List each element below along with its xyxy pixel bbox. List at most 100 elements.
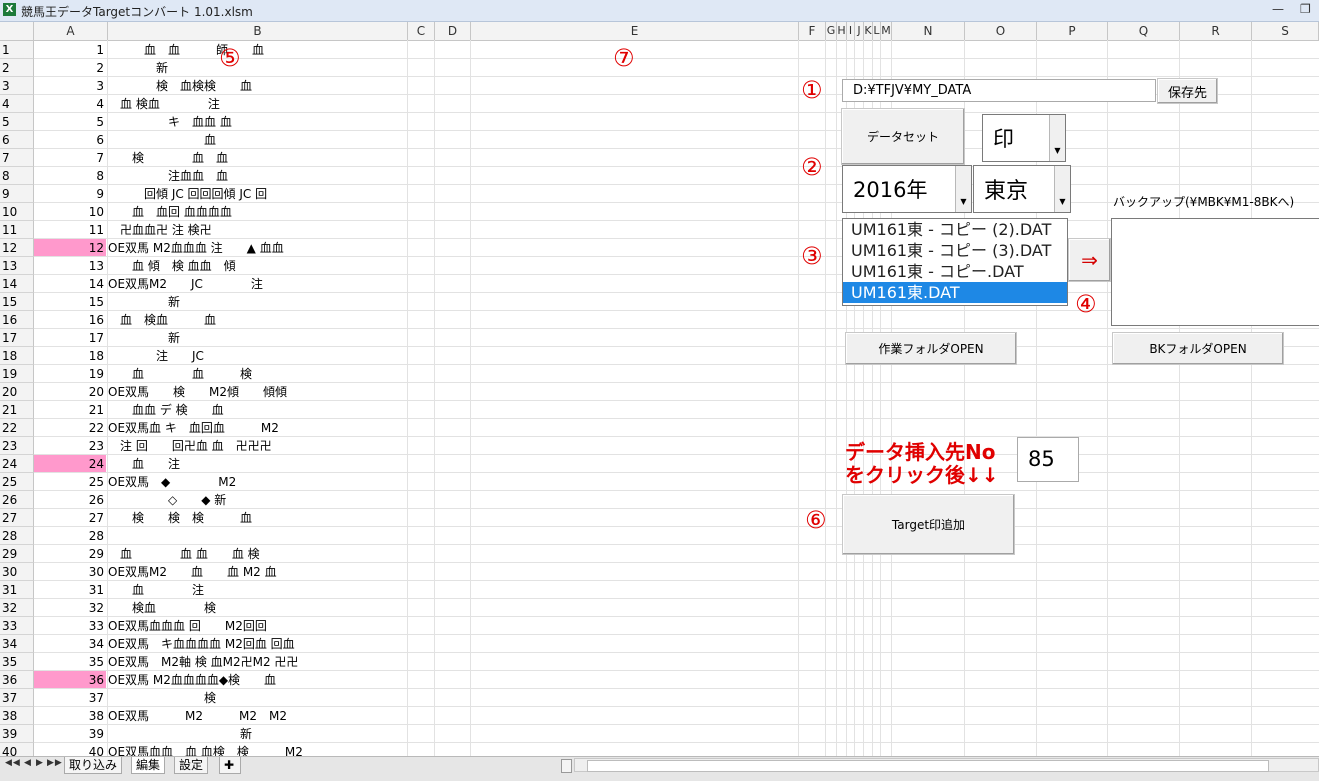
column-header-n[interactable]: N	[892, 22, 965, 40]
row-header[interactable]: 23	[0, 437, 34, 455]
cell-b[interactable]: OE双馬 ◆ M2	[108, 473, 408, 491]
cell-b[interactable]: 血 注	[108, 581, 408, 599]
row-header[interactable]: 21	[0, 401, 34, 419]
file-list-item[interactable]: UM161東 - コピー.DAT	[843, 261, 1067, 282]
cell-b[interactable]: 血 血 検	[108, 365, 408, 383]
row-header[interactable]: 3	[0, 77, 34, 95]
row-header[interactable]: 5	[0, 113, 34, 131]
row-header[interactable]: 26	[0, 491, 34, 509]
cell-b[interactable]: 卍血血卍 注 検卍	[108, 221, 408, 239]
tab-nav-last-icon[interactable]: ▶▶	[47, 758, 63, 768]
cell-b[interactable]: 血 傾 検 血血 傾	[108, 257, 408, 275]
bk-folder-open-button[interactable]: BKフォルダOPEN	[1112, 332, 1284, 365]
cell-b[interactable]: 検 血検検 血	[108, 77, 408, 95]
row-header[interactable]: 18	[0, 347, 34, 365]
restore-button[interactable]: ❐	[1300, 2, 1311, 16]
row-header[interactable]: 31	[0, 581, 34, 599]
row-header[interactable]: 2	[0, 59, 34, 77]
cell-a[interactable]: 25	[34, 473, 106, 491]
cell-b[interactable]: 注血血 血	[108, 167, 408, 185]
row-header[interactable]: 8	[0, 167, 34, 185]
cell-a[interactable]: 16	[34, 311, 106, 329]
cell-b[interactable]: 検 検 検 血	[108, 509, 408, 527]
cell-a[interactable]: 6	[34, 131, 106, 149]
row-header[interactable]: 39	[0, 725, 34, 743]
target-mark-add-button[interactable]: Target印追加	[842, 494, 1015, 555]
column-header-f[interactable]: F	[799, 22, 826, 40]
cell-b[interactable]	[108, 527, 408, 545]
cell-b[interactable]: OE双馬 検 M2傾 傾傾	[108, 383, 408, 401]
column-header-l[interactable]: L	[873, 22, 881, 40]
row-header[interactable]: 34	[0, 635, 34, 653]
row-header[interactable]: 9	[0, 185, 34, 203]
row-header[interactable]: 4	[0, 95, 34, 113]
cell-b[interactable]: 血 血 血 血 検	[108, 545, 408, 563]
cell-a[interactable]: 37	[34, 689, 106, 707]
cell-a[interactable]: 3	[34, 77, 106, 95]
row-header[interactable]: 17	[0, 329, 34, 347]
cell-b[interactable]: 血血 デ 検 血	[108, 401, 408, 419]
column-header-p[interactable]: P	[1037, 22, 1108, 40]
tab-nav-first-icon[interactable]: ◀◀	[5, 758, 21, 768]
cell-b[interactable]: OE双馬 M2血血血 注 ▲ 血血	[108, 239, 408, 257]
cell-b[interactable]: 血 注	[108, 455, 408, 473]
cell-a[interactable]: 18	[34, 347, 106, 365]
cell-a[interactable]: 12	[34, 239, 106, 257]
cell-a[interactable]: 33	[34, 617, 106, 635]
cell-b[interactable]: 新	[108, 59, 408, 77]
cell-b[interactable]: OE双馬 M2 M2 M2	[108, 707, 408, 725]
minimize-button[interactable]: —	[1272, 2, 1284, 16]
cell-a[interactable]: 26	[34, 491, 106, 509]
cell-a[interactable]: 20	[34, 383, 106, 401]
file-listbox[interactable]: UM161東 - コピー (2).DAT UM161東 - コピー (3).DAT…	[842, 218, 1068, 306]
cell-a[interactable]: 9	[34, 185, 106, 203]
insert-number-field[interactable]: 85	[1017, 437, 1079, 482]
cell-a[interactable]: 38	[34, 707, 106, 725]
row-header[interactable]: 15	[0, 293, 34, 311]
row-header[interactable]: 37	[0, 689, 34, 707]
save-destination-button[interactable]: 保存先	[1157, 78, 1218, 104]
cell-a[interactable]: 22	[34, 419, 106, 437]
cell-b[interactable]: OE双馬血血血 回 M2回回	[108, 617, 408, 635]
chevron-down-icon[interactable]: ▼	[955, 166, 971, 212]
cell-b[interactable]: キ 血血 血	[108, 113, 408, 131]
row-header[interactable]: 10	[0, 203, 34, 221]
cell-b[interactable]: 検血 検	[108, 599, 408, 617]
cell-a[interactable]: 36	[34, 671, 106, 689]
cell-a[interactable]: 13	[34, 257, 106, 275]
column-header-r[interactable]: R	[1180, 22, 1252, 40]
tab-nav-next-icon[interactable]: ▶	[36, 758, 43, 768]
column-header-e[interactable]: E	[471, 22, 799, 40]
cell-b[interactable]: 回傾 JC 回回回傾 JC 回	[108, 185, 408, 203]
column-header-o[interactable]: O	[965, 22, 1037, 40]
cell-a[interactable]: 1	[34, 41, 106, 59]
row-header[interactable]: 27	[0, 509, 34, 527]
select-all-corner[interactable]	[0, 22, 34, 40]
row-header[interactable]: 11	[0, 221, 34, 239]
column-header-i[interactable]: I	[847, 22, 855, 40]
cell-a[interactable]: 4	[34, 95, 106, 113]
cell-a[interactable]: 10	[34, 203, 106, 221]
place-combo[interactable]: 東京 ▼	[973, 165, 1071, 213]
column-header-c[interactable]: C	[408, 22, 435, 40]
row-header[interactable]: 32	[0, 599, 34, 617]
row-header[interactable]: 33	[0, 617, 34, 635]
cell-a[interactable]: 30	[34, 563, 106, 581]
file-list-item[interactable]: UM161東 - コピー (2).DAT	[843, 219, 1067, 240]
move-to-backup-button[interactable]: ⇒	[1068, 238, 1111, 282]
cell-a[interactable]: 17	[34, 329, 106, 347]
cell-b[interactable]: OE双馬 キ血血血血 M2回血 回血	[108, 635, 408, 653]
chevron-down-icon[interactable]: ▼	[1049, 115, 1065, 161]
chevron-down-icon[interactable]: ▼	[1054, 166, 1070, 212]
cell-b[interactable]: OE双馬M2 血 血 M2 血	[108, 563, 408, 581]
cell-b[interactable]: 検	[108, 689, 408, 707]
column-header-a[interactable]: A	[34, 22, 108, 40]
cell-a[interactable]: 5	[34, 113, 106, 131]
cell-a[interactable]: 35	[34, 653, 106, 671]
cell-a[interactable]: 24	[34, 455, 106, 473]
year-combo[interactable]: 2016年 ▼	[842, 165, 972, 213]
split-handle[interactable]	[561, 759, 572, 773]
cell-b[interactable]: OE双馬血 キ 血回血 M2	[108, 419, 408, 437]
cell-a[interactable]: 32	[34, 599, 106, 617]
cell-a[interactable]: 11	[34, 221, 106, 239]
